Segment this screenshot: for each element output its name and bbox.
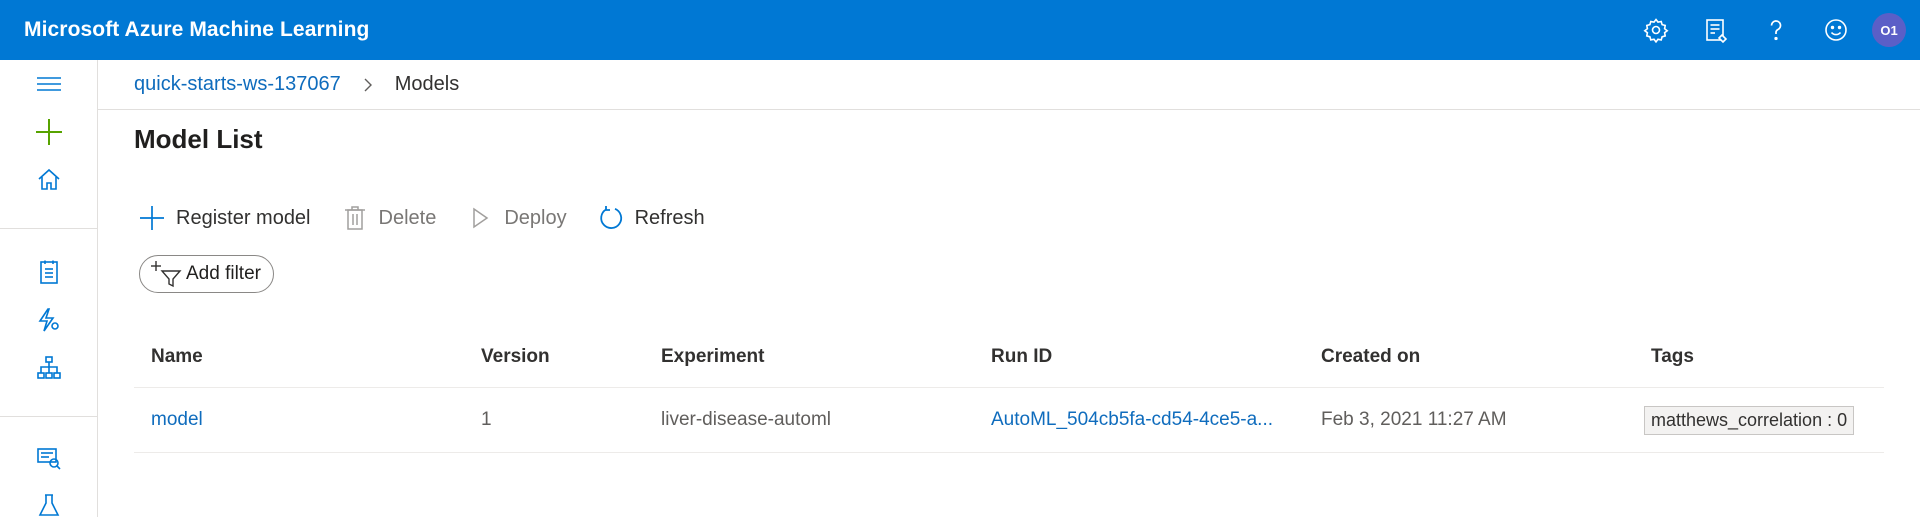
register-model-button[interactable]: Register model	[134, 196, 315, 240]
breadcrumb-current: Models	[394, 73, 460, 95]
nav-divider	[0, 228, 97, 229]
automl-icon[interactable]	[0, 298, 97, 342]
column-header-run-id[interactable]: Run ID	[974, 346, 1304, 368]
tag-chip: matthews_correlation : 0	[1644, 405, 1855, 435]
model-tags: matthews_correlation : 0	[1634, 405, 1884, 435]
smiley-icon[interactable]	[1806, 0, 1866, 60]
model-created-on: Feb 3, 2021 11:27 AM	[1321, 409, 1507, 430]
notebook-icon[interactable]	[0, 250, 97, 294]
run-id-link[interactable]: AutoML_504cb5fa-cd54-4ce5-a...	[974, 409, 1304, 431]
column-header-experiment[interactable]: Experiment	[644, 346, 974, 368]
model-table: Name Version Experiment Run ID Created o…	[134, 326, 1884, 453]
plus-icon[interactable]	[0, 110, 97, 154]
refresh-button[interactable]: Refresh	[593, 196, 709, 240]
refresh-icon	[597, 204, 625, 232]
play-icon	[466, 204, 494, 232]
left-nav	[0, 60, 98, 517]
delete-button[interactable]: Delete	[337, 196, 441, 240]
avatar[interactable]: O1	[1872, 13, 1906, 47]
register-model-label: Register model	[176, 206, 311, 229]
chevron-right-icon	[363, 77, 373, 93]
nav-divider	[0, 416, 97, 417]
model-name-link[interactable]: model	[134, 409, 464, 431]
feedback-list-icon[interactable]	[1686, 0, 1746, 60]
experiments-icon[interactable]	[0, 484, 97, 517]
hamburger-icon[interactable]	[0, 62, 97, 106]
model-experiment: liver-disease-automl	[661, 409, 832, 430]
add-filter-icon	[151, 261, 182, 288]
table-row[interactable]: model 1 liver-disease-automl AutoML_504c…	[134, 388, 1884, 453]
table-header-row: Name Version Experiment Run ID Created o…	[134, 326, 1884, 388]
gear-icon[interactable]	[1626, 0, 1686, 60]
column-header-tags[interactable]: Tags	[1634, 346, 1884, 368]
add-filter-button[interactable]: Add filter	[139, 255, 274, 293]
column-header-name[interactable]: Name	[134, 346, 464, 368]
top-header: Microsoft Azure Machine Learning O1	[0, 0, 1920, 60]
column-header-version[interactable]: Version	[464, 346, 644, 368]
app-title[interactable]: Microsoft Azure Machine Learning	[24, 18, 369, 42]
designer-icon[interactable]	[0, 346, 97, 390]
deploy-button[interactable]: Deploy	[462, 196, 570, 240]
add-icon	[138, 204, 166, 232]
delete-label: Delete	[378, 206, 437, 229]
column-header-created-on[interactable]: Created on	[1304, 346, 1634, 368]
page-title: Model List	[134, 124, 263, 154]
trash-icon	[341, 204, 369, 232]
add-filter-label: Add filter	[186, 263, 261, 284]
header-actions: O1	[1626, 0, 1920, 60]
command-bar: Register model Delete Deploy Refresh	[134, 196, 731, 240]
breadcrumb: quick-starts-ws-137067 Models	[98, 60, 1920, 110]
breadcrumb-workspace-link[interactable]: quick-starts-ws-137067	[134, 73, 341, 96]
refresh-label: Refresh	[634, 206, 705, 229]
home-icon[interactable]	[0, 158, 97, 202]
datasets-icon[interactable]	[0, 436, 97, 480]
deploy-label: Deploy	[504, 206, 567, 229]
help-icon[interactable]	[1746, 0, 1806, 60]
model-version: 1	[481, 409, 492, 430]
